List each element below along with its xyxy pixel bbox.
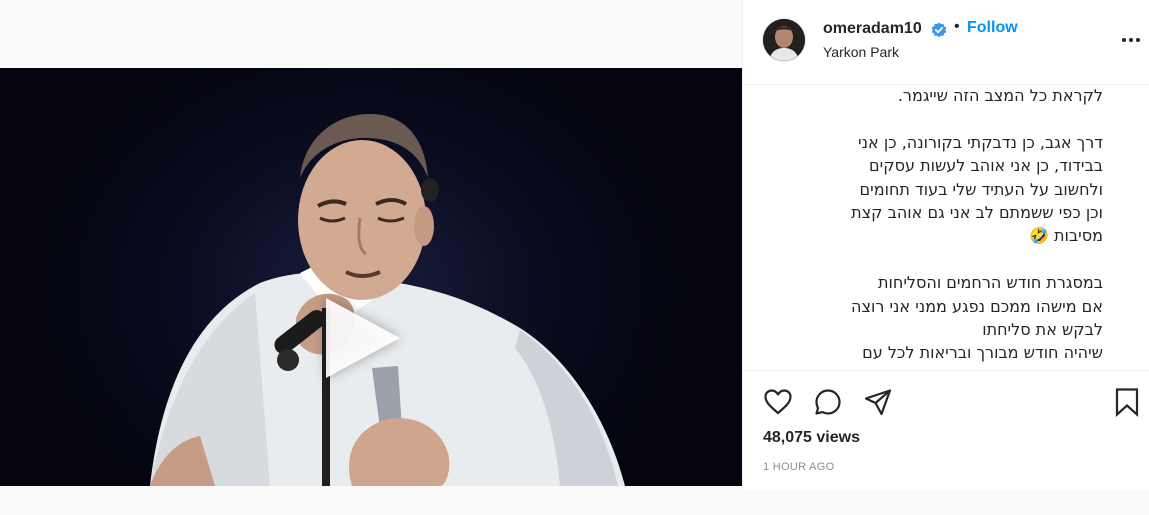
views-count[interactable]: 48,075 views: [763, 429, 860, 447]
verified-badge-icon: [931, 22, 947, 38]
post-header: omeradam10 • Follow Yarkon Park: [743, 0, 1149, 85]
caption-line: וכן כפי ששמתם לב אני גם אוהב קצת: [851, 203, 1103, 223]
post-actions: 48,075 views 1 HOUR AGO: [743, 370, 1149, 491]
paper-plane-icon[interactable]: [863, 387, 893, 417]
caption-line: שיהיה חודש מבורך ובריאות לכל עם: [862, 343, 1103, 363]
caption-line: במסגרת חודש הרחמים והסליחות: [878, 273, 1103, 293]
video-player[interactable]: [0, 68, 742, 486]
caption-line: לקראת כל המצב הזה שייגמר.: [897, 86, 1103, 105]
caption-text: לקראת כל המצב הזה שייגמר. דרך אגב, כן נד…: [763, 84, 1103, 370]
more-options-icon[interactable]: [1121, 30, 1141, 50]
heart-icon[interactable]: [763, 387, 793, 417]
username-link[interactable]: omeradam10: [823, 20, 922, 38]
avatar[interactable]: [763, 19, 805, 61]
caption-line: דרך אגב, כן נדבקתי בקורונה, כן אני: [858, 132, 1103, 152]
location-link[interactable]: Yarkon Park: [823, 44, 899, 60]
follow-button[interactable]: Follow: [967, 19, 1018, 37]
post-side-panel: omeradam10 • Follow Yarkon Park לקראת כל…: [742, 0, 1149, 490]
separator-dot: •: [954, 18, 960, 35]
caption-line: בבידוד, כן אני אוהב לעשות עסקים: [869, 156, 1103, 176]
caption-line: מסיבות 🤣: [1029, 226, 1103, 246]
caption-line: [763, 107, 1103, 130]
page-background: [0, 0, 742, 515]
post-timestamp[interactable]: 1 HOUR AGO: [763, 461, 834, 473]
video-frame-singer: [150, 113, 625, 486]
caption-line: לבקש את סליחתו: [982, 320, 1103, 340]
caption-line: ולחשוב על העתיד שלי בעוד תחומים: [859, 179, 1103, 199]
caption-line: אם מישהו ממכם נפגע ממני אני רוצה: [851, 296, 1103, 316]
post-caption: לקראת כל המצב הזה שייגמר. דרך אגב, כן נד…: [763, 84, 1103, 370]
avatar-image: [763, 19, 805, 61]
comment-bubble-icon[interactable]: [813, 387, 843, 417]
caption-line: [763, 248, 1103, 271]
bookmark-icon[interactable]: [1112, 387, 1142, 417]
play-icon[interactable]: [326, 298, 400, 378]
